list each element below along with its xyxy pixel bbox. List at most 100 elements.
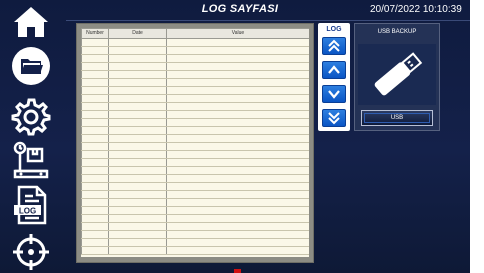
table-cell xyxy=(81,198,109,207)
page-up-button[interactable] xyxy=(322,37,346,55)
table-row[interactable] xyxy=(81,70,309,79)
table-row[interactable] xyxy=(81,126,309,135)
table-cell xyxy=(81,126,109,135)
table-cell xyxy=(108,54,167,63)
table-cell xyxy=(81,238,109,247)
table-row[interactable] xyxy=(81,158,309,167)
table-cell xyxy=(166,206,309,215)
table-row[interactable] xyxy=(81,198,309,207)
right-edge-strip xyxy=(470,0,484,273)
table-cell xyxy=(81,38,109,47)
table-cell xyxy=(166,126,309,135)
table-row[interactable] xyxy=(81,110,309,119)
table-row[interactable] xyxy=(81,86,309,95)
table-cell xyxy=(166,78,309,87)
table-row[interactable] xyxy=(81,142,309,151)
table-cell xyxy=(108,182,167,191)
table-row[interactable] xyxy=(81,62,309,71)
table-cell xyxy=(108,238,167,247)
sidebar-item-log[interactable]: LOG xyxy=(10,185,52,225)
crosshair-icon xyxy=(13,234,49,270)
table-row[interactable] xyxy=(81,46,309,55)
table-cell xyxy=(81,230,109,239)
table-row[interactable] xyxy=(81,238,309,247)
log-screen: LOG SAYFASI 20/07/2022 10:10:39 LOG Numb… xyxy=(0,0,484,273)
table-row[interactable] xyxy=(81,118,309,127)
log-table: Number Date Value xyxy=(81,28,309,255)
table-cell xyxy=(166,134,309,143)
table-row[interactable] xyxy=(81,150,309,159)
table-cell xyxy=(81,70,109,79)
table-row[interactable] xyxy=(81,166,309,175)
table-row[interactable] xyxy=(81,102,309,111)
table-cell xyxy=(108,134,167,143)
table-row[interactable] xyxy=(81,54,309,63)
table-cell xyxy=(81,62,109,71)
table-row[interactable] xyxy=(81,230,309,239)
table-cell xyxy=(81,182,109,191)
table-cell xyxy=(108,70,167,79)
table-cell xyxy=(108,166,167,175)
column-header-value[interactable]: Value xyxy=(166,28,309,39)
table-cell xyxy=(108,142,167,151)
page-title: LOG SAYFASI xyxy=(201,3,279,15)
table-cell xyxy=(81,118,109,127)
column-header-date[interactable]: Date xyxy=(108,28,167,39)
table-cell xyxy=(81,142,109,151)
table-cell xyxy=(81,102,109,111)
table-row[interactable] xyxy=(81,182,309,191)
table-cell xyxy=(81,46,109,55)
page-down-button[interactable] xyxy=(322,109,346,127)
table-cell xyxy=(108,190,167,199)
usb-backup-button[interactable]: USB xyxy=(361,110,433,126)
sidebar-item-target[interactable] xyxy=(10,232,52,272)
table-cell xyxy=(81,246,109,255)
table-cell xyxy=(108,198,167,207)
table-row[interactable] xyxy=(81,174,309,183)
table-row[interactable] xyxy=(81,78,309,87)
table-row[interactable] xyxy=(81,222,309,231)
status-indicator xyxy=(234,269,241,273)
table-row[interactable] xyxy=(81,38,309,47)
sidebar-item-home[interactable] xyxy=(10,2,52,42)
table-cell xyxy=(166,38,309,47)
log-table-container[interactable]: Number Date Value xyxy=(81,28,309,257)
row-down-button[interactable] xyxy=(322,85,346,103)
usb-button-frame xyxy=(364,113,430,123)
table-cell xyxy=(166,198,309,207)
sidebar-item-settings[interactable] xyxy=(10,96,52,136)
table-row[interactable] xyxy=(81,134,309,143)
table-cell xyxy=(108,46,167,55)
table-cell xyxy=(81,78,109,87)
table-cell xyxy=(81,110,109,119)
table-cell xyxy=(108,174,167,183)
sidebar-item-folder[interactable] xyxy=(10,46,52,86)
log-scroll-label: LOG xyxy=(326,26,342,33)
table-cell xyxy=(166,214,309,223)
table-row[interactable] xyxy=(81,214,309,223)
sidebar: LOG xyxy=(0,0,66,273)
usb-drive-icon xyxy=(358,44,436,105)
sidebar-item-weighing[interactable] xyxy=(10,140,52,180)
table-cell xyxy=(81,134,109,143)
home-icon xyxy=(14,7,48,37)
table-cell xyxy=(166,182,309,191)
log-icon-label: LOG xyxy=(19,207,36,216)
log-table-header-row: Number Date Value xyxy=(81,28,309,39)
table-cell xyxy=(166,238,309,247)
row-up-button[interactable] xyxy=(322,61,346,79)
table-row[interactable] xyxy=(81,246,309,255)
chevron-down-icon xyxy=(328,90,340,99)
table-cell xyxy=(81,158,109,167)
log-document-icon: LOG xyxy=(14,185,47,225)
table-row[interactable] xyxy=(81,190,309,199)
table-cell xyxy=(166,110,309,119)
table-cell xyxy=(166,190,309,199)
table-row[interactable] xyxy=(81,206,309,215)
table-cell xyxy=(108,150,167,159)
column-header-number[interactable]: Number xyxy=(81,28,109,39)
table-row[interactable] xyxy=(81,94,309,103)
table-cell xyxy=(81,94,109,103)
table-cell xyxy=(166,166,309,175)
table-cell xyxy=(166,86,309,95)
